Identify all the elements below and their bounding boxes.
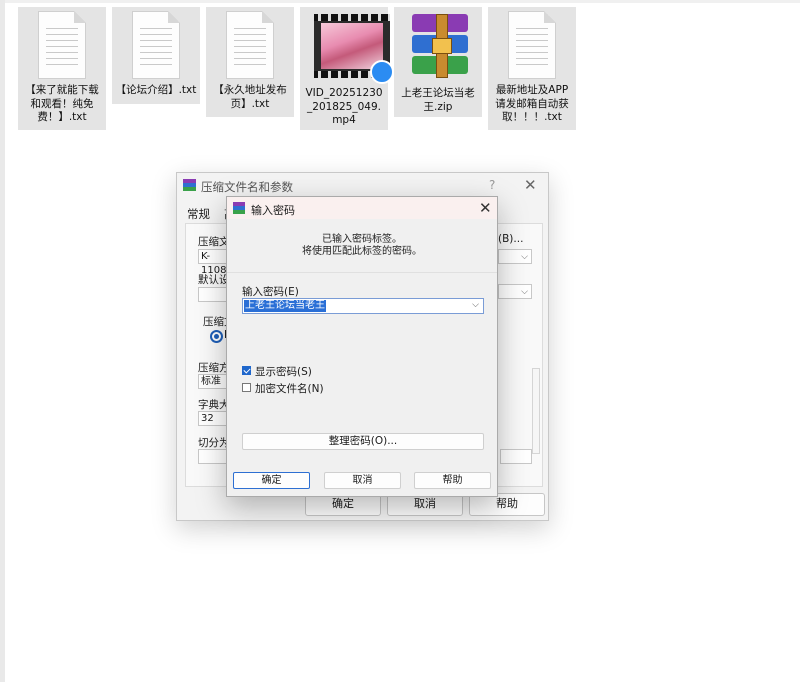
text-file-icon: [502, 11, 562, 79]
dialog-title: 输入密码: [251, 204, 295, 217]
screen-left-border: [0, 0, 5, 682]
text-file-icon: [32, 11, 92, 79]
rar-format-radio[interactable]: [210, 330, 223, 343]
ok-button[interactable]: 确定: [233, 472, 310, 489]
password-input[interactable]: 上老王论坛当老王 ⌵: [242, 298, 484, 314]
dialog-title: 压缩文件名和参数: [201, 180, 293, 194]
archive-path-dropdown[interactable]: ⌵: [498, 249, 532, 264]
file-label: 【永久地址发布页】.txt: [213, 84, 287, 110]
file-tile-permanent-address[interactable]: 【永久地址发布页】.txt: [206, 7, 294, 117]
password-value: 上老王论坛当老王: [244, 300, 326, 312]
file-label: 最新地址及APP请发邮箱自动获取！！！.txt: [495, 84, 569, 123]
file-tile-new-address[interactable]: 最新地址及APP请发邮箱自动获取！！！.txt: [488, 7, 576, 130]
password-label: 输入密码(E): [242, 286, 299, 298]
file-label: VID_20251230_201825_049.mp4: [305, 87, 383, 126]
file-tile-video[interactable]: VID_20251230_201825_049.mp4: [300, 7, 394, 130]
enter-password-dialog: 输入密码 ✕ 已输入密码标签。 将使用匹配此标签的密码。 输入密码(E) 上老王…: [226, 196, 498, 497]
file-tile-forum-intro[interactable]: 【论坛介绍】.txt: [112, 7, 200, 104]
profile-field[interactable]: [198, 287, 228, 302]
player-badge-icon: [370, 60, 394, 84]
file-label: 【论坛介绍】.txt: [115, 84, 197, 96]
chevron-down-icon[interactable]: ⌵: [472, 300, 479, 310]
winrar-icon: [183, 179, 196, 191]
archiving-options-box: [532, 368, 540, 454]
screen-top-border: [0, 0, 800, 3]
tab-general[interactable]: 常规: [187, 206, 210, 222]
video-file-icon: [314, 14, 394, 84]
help-icon[interactable]: ?: [489, 178, 495, 192]
file-label: 【来了就能下载和观看！纯免费！】.txt: [25, 84, 99, 123]
winrar-archive-icon: [408, 14, 468, 82]
volume-unit-field[interactable]: [500, 449, 532, 464]
file-label: 上老王论坛当老王.zip: [401, 87, 475, 113]
divider: [227, 272, 497, 273]
close-icon[interactable]: ✕: [524, 176, 537, 194]
encrypt-file-names-checkbox[interactable]: [242, 383, 251, 392]
encrypt-file-names-label[interactable]: 加密文件名(N): [255, 381, 324, 396]
organize-passwords-button[interactable]: 整理密码(O)...: [242, 433, 484, 450]
close-icon[interactable]: ✕: [479, 199, 492, 217]
winrar-icon: [233, 202, 245, 214]
dictionary-size-field[interactable]: 32: [198, 411, 228, 426]
text-file-icon: [126, 11, 186, 79]
help-button[interactable]: 帮助: [414, 472, 491, 489]
cancel-button[interactable]: 取消: [324, 472, 401, 489]
password-tag-info-detail: 将使用匹配此标签的密码。: [302, 246, 422, 257]
split-volumes-field[interactable]: [198, 449, 228, 464]
show-password-label[interactable]: 显示密码(S): [255, 364, 312, 379]
text-file-icon: [220, 11, 280, 79]
show-password-checkbox[interactable]: [242, 366, 251, 375]
file-tile-zip[interactable]: 上老王论坛当老王.zip: [394, 7, 482, 117]
file-tile-download-txt[interactable]: 【来了就能下载和观看！纯免费！】.txt: [18, 7, 106, 130]
update-mode-dropdown[interactable]: ⌵: [498, 284, 532, 299]
compression-method-field[interactable]: 标准: [198, 374, 228, 389]
browse-button[interactable]: (B)...: [498, 233, 523, 245]
